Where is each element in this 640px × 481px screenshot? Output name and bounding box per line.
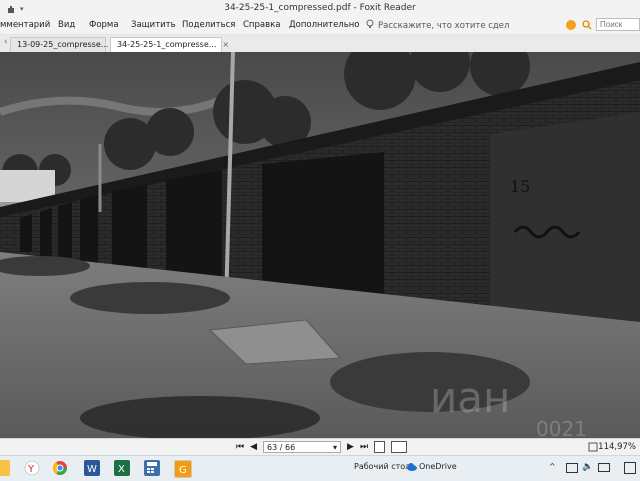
network-icon[interactable] bbox=[566, 463, 578, 473]
svg-text:W: W bbox=[87, 464, 97, 475]
tab-document-1[interactable]: 13-09-25_compresse... bbox=[10, 37, 109, 52]
word-icon[interactable]: W bbox=[84, 460, 100, 476]
page-number-input[interactable]: 63 / 66 ▾ bbox=[263, 441, 342, 453]
garage-number: 15 bbox=[510, 177, 530, 196]
menu-item-help[interactable]: Справка bbox=[243, 20, 280, 30]
menu-item-form[interactable]: Форма bbox=[89, 20, 119, 30]
smiley-icon[interactable] bbox=[566, 20, 576, 30]
tab-document-2[interactable]: 34-25-25-1_compresse... × bbox=[110, 37, 229, 52]
status-bar: ⏮ ◀ 63 / 66 ▾ ▶ ⏭ 114,97% bbox=[0, 438, 640, 456]
window-title: 34-25-25-1_compressed.pdf - Foxit Reader bbox=[224, 3, 416, 13]
menu-item-protect[interactable]: Защитить bbox=[131, 20, 176, 30]
prev-page-icon[interactable]: ◀ bbox=[250, 442, 257, 452]
menu-item-comment[interactable]: мментарий bbox=[0, 20, 50, 30]
keyboard-icon[interactable] bbox=[598, 463, 610, 472]
menu-item-view[interactable]: Вид bbox=[58, 20, 75, 30]
tab-bar: ‹ 13-09-25_compresse... 34-25-25-1_compr… bbox=[0, 35, 640, 52]
desktop-label[interactable]: Рабочий стол bbox=[354, 462, 410, 471]
tab-label: 34-25-25-1_compresse... bbox=[117, 40, 217, 49]
menu-item-share[interactable]: Поделиться bbox=[182, 20, 235, 30]
lightbulb-icon bbox=[366, 19, 374, 32]
yandex-browser-icon[interactable]: Y bbox=[24, 460, 40, 476]
single-page-icon[interactable] bbox=[374, 441, 386, 453]
title-bar: ▾ 34-25-25-1_compressed.pdf - Foxit Read… bbox=[0, 0, 640, 17]
page-photo: 15 иан 0021 bbox=[0, 52, 640, 438]
calculator-icon[interactable] bbox=[144, 460, 160, 476]
page-navigator: ⏮ ◀ 63 / 66 ▾ ▶ ⏭ bbox=[236, 441, 408, 453]
document-viewer[interactable]: 15 иан 0021 bbox=[0, 52, 640, 438]
close-icon[interactable]: × bbox=[222, 40, 229, 49]
onedrive-icon[interactable] bbox=[406, 462, 418, 475]
search-icon[interactable] bbox=[582, 20, 592, 33]
two-page-icon[interactable] bbox=[391, 441, 408, 453]
onedrive-label[interactable]: OneDrive bbox=[419, 462, 457, 471]
excel-icon[interactable]: X bbox=[114, 460, 130, 476]
zoom-level[interactable]: 114,97% bbox=[598, 442, 636, 452]
foxit-reader-icon[interactable]: G bbox=[174, 460, 192, 478]
chevron-left-icon[interactable]: ‹ bbox=[4, 37, 8, 47]
watermark-text: иан bbox=[430, 373, 511, 422]
chrome-icon[interactable] bbox=[52, 460, 68, 476]
tab-label: 13-09-25_compresse... bbox=[17, 40, 109, 49]
fit-page-icon[interactable] bbox=[588, 442, 598, 455]
taskbar: Y W X G Рабочий стол OneDrive ^ 🔈 bbox=[0, 455, 640, 481]
menu-item-advanced[interactable]: Дополнительно bbox=[289, 20, 360, 30]
last-page-icon[interactable]: ⏭ bbox=[360, 442, 368, 452]
next-page-icon[interactable]: ▶ bbox=[347, 442, 354, 452]
notification-icon[interactable] bbox=[624, 462, 636, 474]
watermark-digits: 0021 bbox=[536, 417, 587, 438]
svg-text:G: G bbox=[179, 465, 187, 476]
page-display: 63 / 66 bbox=[267, 442, 296, 452]
search-input[interactable] bbox=[596, 18, 640, 31]
svg-text:X: X bbox=[118, 464, 125, 475]
volume-icon[interactable]: 🔈 bbox=[582, 462, 593, 472]
chevron-down-icon: ▾ bbox=[333, 442, 338, 452]
folder-icon[interactable] bbox=[0, 460, 10, 476]
first-page-icon[interactable]: ⏮ bbox=[236, 442, 244, 452]
tell-me-text: Расскажите, что хотите сдел bbox=[378, 20, 510, 31]
chevron-up-icon[interactable]: ^ bbox=[549, 462, 556, 471]
tell-me-field[interactable]: Расскажите, что хотите сдел bbox=[366, 19, 509, 32]
menu-bar: мментарий Вид Форма Защитить Поделиться … bbox=[0, 17, 640, 35]
svg-text:Y: Y bbox=[27, 464, 35, 475]
